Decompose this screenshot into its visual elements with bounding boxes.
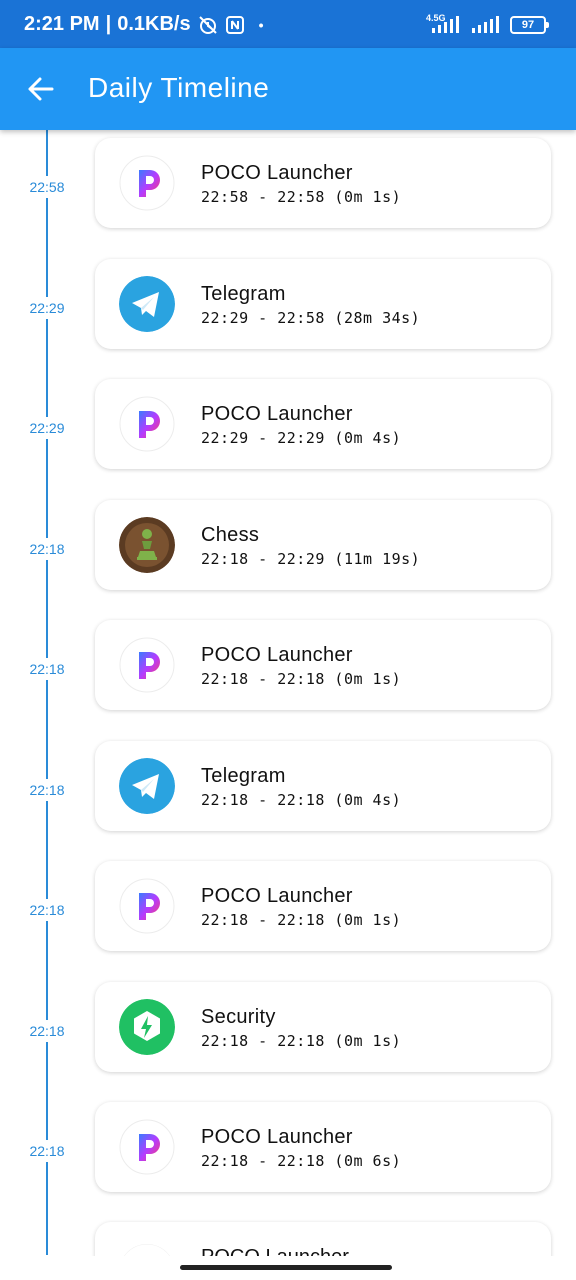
status-left: 2:21 PM | 0.1KB/s • xyxy=(24,13,263,36)
timeline-card[interactable]: Chess 22:18 - 22:29 (11m 19s) xyxy=(95,499,551,590)
status-time: 2:21 PM xyxy=(24,13,100,35)
app-name: POCO Launcher xyxy=(201,644,353,666)
timeline-entry: 22:18 Chess 22:18 - 22:29 (11m 19s) xyxy=(0,498,576,594)
status-dot: • xyxy=(258,16,264,33)
usage-range: 22:18 - 22:18 (0m 1s) xyxy=(201,670,402,688)
poco-launcher-icon xyxy=(119,878,175,934)
timeline-card[interactable]: Security 22:18 - 22:18 (0m 1s) xyxy=(95,981,551,1072)
poco-launcher-icon xyxy=(119,1119,175,1175)
status-separator: | xyxy=(105,13,112,35)
battery-icon: 97 xyxy=(510,16,549,34)
status-bar: 2:21 PM | 0.1KB/s • 4.5G 97 xyxy=(0,0,576,48)
home-indicator[interactable] xyxy=(180,1265,392,1270)
timeline-card[interactable]: POCO Launcher 22:18 - 22:18 (0m 6s) xyxy=(95,1102,551,1192)
timeline-entry: 22:18 POCO Launcher 22:18 - 22:18 (0m 6s) xyxy=(0,1100,576,1196)
usage-range: 22:18 - 22:18 (0m 4s) xyxy=(201,790,402,809)
entry-time: 22:18 xyxy=(26,778,68,801)
app-name: Chess xyxy=(201,523,260,546)
app-bar: Daily Timeline xyxy=(0,48,576,130)
alarm-off-icon xyxy=(197,14,219,36)
timeline-entry: 22:29 Telegram 22:29 - 22:58 (28m 34s) xyxy=(0,257,576,353)
status-right: 4.5G 97 xyxy=(426,13,549,34)
timeline-card[interactable]: POCO Launcher 22:18 - 22:18 (0m 1s) xyxy=(95,861,551,951)
usage-range: 22:18 - 22:18 (0m 1s) xyxy=(201,1031,402,1050)
timeline-entry: 22:18 POCO Launcher 22:18 - 22:18 (0m 1s) xyxy=(0,618,576,714)
usage-range: 22:29 - 22:58 (28m 34s) xyxy=(201,308,421,327)
timeline-card[interactable]: Telegram 22:29 - 22:58 (28m 34s) xyxy=(95,258,551,349)
app-name: POCO Launcher xyxy=(201,1246,349,1256)
entry-time: 22:18 xyxy=(26,1019,68,1042)
signal-icon xyxy=(432,16,459,33)
timeline-entry: 22:18 POCO Launcher 22:18 - 22:18 (0m 1s) xyxy=(0,859,576,955)
chess-icon xyxy=(119,516,175,573)
entry-time: 22:18 xyxy=(26,1140,68,1162)
timeline-entry: 22:29 POCO Launcher 22:29 - 22:29 (0m 4s) xyxy=(0,377,576,473)
app-name: Security xyxy=(201,1005,276,1028)
usage-range: 22:58 - 22:58 (0m 1s) xyxy=(201,188,402,206)
app-name: POCO Launcher xyxy=(201,403,353,425)
app-name: POCO Launcher xyxy=(201,1126,353,1148)
telegram-icon xyxy=(119,757,175,814)
security-icon xyxy=(119,998,175,1055)
app-name: Telegram xyxy=(201,764,286,787)
telegram-icon xyxy=(119,275,175,332)
timeline-card[interactable]: Telegram 22:18 - 22:18 (0m 4s) xyxy=(95,740,551,831)
back-button[interactable] xyxy=(22,70,62,108)
timeline-card[interactable]: POCO Launcher 22:29 - 22:29 (0m 4s) xyxy=(95,379,551,469)
poco-launcher-icon xyxy=(119,1244,175,1256)
poco-launcher-icon xyxy=(119,396,175,452)
timeline-entry: 22:18 Telegram 22:18 - 22:18 (0m 4s) xyxy=(0,739,576,835)
nfc-icon xyxy=(225,15,245,35)
app-name: POCO Launcher xyxy=(201,162,353,184)
timeline-card[interactable]: POCO Launcher 22:18 - 22:18 (0m 1s) xyxy=(95,620,551,710)
signal-icon-2 xyxy=(472,16,499,33)
poco-launcher-icon xyxy=(119,637,175,693)
timeline-entry: 22:18 Security 22:18 - 22:18 (0m 1s) xyxy=(0,980,576,1076)
app-name: POCO Launcher xyxy=(201,885,353,907)
status-speed: 0.1KB/s xyxy=(117,13,191,35)
entry-time: 22:18 xyxy=(26,537,68,560)
entry-time: 22:29 xyxy=(26,296,68,319)
entry-time: 22:18 xyxy=(26,899,68,921)
entry-time: 22:58 xyxy=(26,176,68,198)
page-title: Daily Timeline xyxy=(88,72,270,103)
usage-range: 22:18 - 22:18 (0m 1s) xyxy=(201,911,402,929)
network-indicator: 4.5G xyxy=(426,13,462,34)
arrow-left-icon xyxy=(28,77,54,101)
entry-time: 22:18 xyxy=(26,658,68,680)
app-name: Telegram xyxy=(201,282,286,305)
entry-time: 22:29 xyxy=(26,417,68,439)
timeline-entry: 22:58 POCO Launcher 22:58 - 22:58 (0m 1s) xyxy=(0,136,576,232)
usage-range: 22:18 - 22:29 (11m 19s) xyxy=(201,549,421,568)
usage-range: 22:18 - 22:18 (0m 6s) xyxy=(201,1152,402,1170)
timeline-card[interactable]: POCO Launcher xyxy=(95,1222,551,1256)
timeline-card[interactable]: POCO Launcher 22:58 - 22:58 (0m 1s) xyxy=(95,138,551,228)
partial-entry: POCO Launcher xyxy=(0,1218,576,1256)
usage-range: 22:29 - 22:29 (0m 4s) xyxy=(201,429,402,447)
poco-launcher-icon xyxy=(119,155,175,211)
